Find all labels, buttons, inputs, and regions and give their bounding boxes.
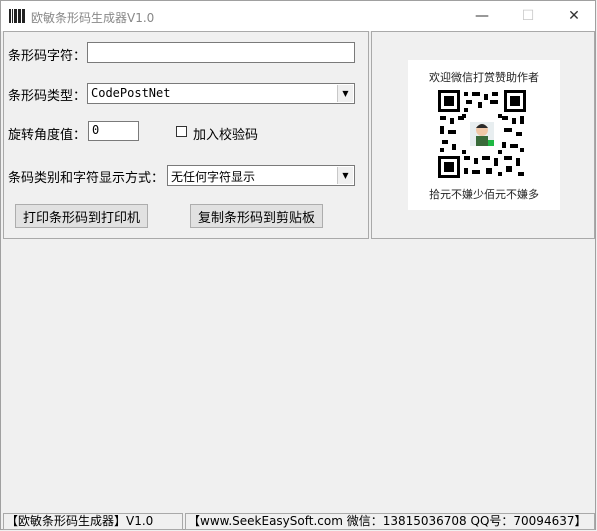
copy-button[interactable]: 复制条形码到剪贴板 bbox=[190, 204, 323, 228]
barcode-text-input[interactable] bbox=[87, 42, 355, 63]
chevron-down-icon[interactable]: ▼ bbox=[337, 85, 353, 102]
print-button[interactable]: 打印条形码到打印机 bbox=[15, 204, 148, 228]
minimize-button[interactable]: — bbox=[459, 1, 505, 31]
display-mode-value: 无任何字符显示 bbox=[171, 170, 256, 184]
rotation-input[interactable]: 0 bbox=[88, 121, 139, 141]
checksum-label[interactable]: 加入校验码 bbox=[193, 124, 258, 143]
chevron-down-icon[interactable]: ▼ bbox=[337, 167, 353, 184]
barcode-icon bbox=[9, 9, 25, 23]
donate-panel: 欢迎微信打赏赞助作者 拾元不嫌少佰元不嫌多 bbox=[371, 31, 595, 239]
barcode-text-label: 条形码字符： bbox=[8, 49, 87, 64]
status-contact: 【www.SeekEasySoft.com 微信：13815036708 QQ号… bbox=[185, 513, 595, 530]
app-window: 欧敏条形码生成器V1.0 — ☐ ✕ 条形码字符： 条形码类型： CodePos… bbox=[0, 0, 596, 530]
rotation-label: 旋转角度值： bbox=[8, 128, 87, 143]
title-bar[interactable]: 欧敏条形码生成器V1.0 — ☐ ✕ bbox=[1, 1, 595, 31]
wechat-qr-code bbox=[438, 90, 526, 178]
status-app-version: 【欧敏条形码生成器】V1.0 bbox=[3, 513, 183, 530]
donate-card: 欢迎微信打赏赞助作者 拾元不嫌少佰元不嫌多 bbox=[408, 60, 560, 210]
donate-top-caption: 欢迎微信打赏赞助作者 bbox=[429, 71, 539, 84]
settings-panel: 条形码字符： 条形码类型： CodePostNet ▼ 旋转角度值： 0 加入校… bbox=[3, 31, 369, 239]
close-button[interactable]: ✕ bbox=[551, 1, 597, 31]
display-mode-select[interactable]: 无任何字符显示 ▼ bbox=[167, 165, 355, 186]
barcode-type-select[interactable]: CodePostNet ▼ bbox=[87, 83, 355, 104]
display-mode-label: 条码类别和字符显示方式： bbox=[8, 171, 165, 186]
donate-bottom-caption: 拾元不嫌少佰元不嫌多 bbox=[429, 188, 539, 201]
status-bar: 【欧敏条形码生成器】V1.0 【www.SeekEasySoft.com 微信：… bbox=[3, 513, 595, 531]
checksum-checkbox[interactable] bbox=[176, 126, 187, 137]
barcode-type-value: CodePostNet bbox=[91, 86, 171, 100]
window-title: 欧敏条形码生成器V1.0 bbox=[31, 11, 155, 25]
maximize-button[interactable]: ☐ bbox=[505, 1, 551, 31]
barcode-type-label: 条形码类型： bbox=[8, 89, 87, 104]
